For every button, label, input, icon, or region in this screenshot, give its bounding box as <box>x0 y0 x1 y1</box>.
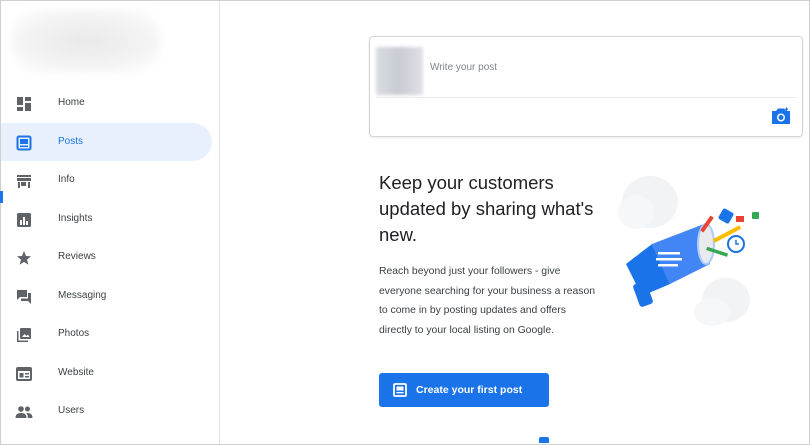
photos-icon <box>15 326 33 344</box>
sidebar-item-website[interactable]: Website <box>1 354 219 393</box>
page-headline: Keep your customers updated by sharing w… <box>379 172 594 245</box>
description-text: Reach beyond just your followers - give … <box>379 266 596 336</box>
website-icon <box>15 365 33 383</box>
sidebar-item-label: Info <box>58 174 75 185</box>
storefront-icon <box>15 172 33 190</box>
create-post-icon <box>393 383 407 397</box>
posts-icon <box>15 134 33 152</box>
post-composer[interactable]: Write your post <box>369 36 803 137</box>
users-icon <box>15 403 33 421</box>
sidebar-item-label: Users <box>58 405 85 416</box>
sidebar-item-home[interactable]: Home <box>1 84 219 123</box>
composer-divider <box>376 97 796 98</box>
megaphone-illustration <box>612 172 792 332</box>
sidebar-item-reviews[interactable]: Reviews <box>1 238 219 277</box>
create-first-post-button[interactable]: Create your first post <box>379 373 549 407</box>
sidebar-item-photos[interactable]: Photos <box>1 315 219 354</box>
avatar <box>376 47 423 95</box>
camera-icon[interactable] <box>771 107 791 125</box>
star-icon <box>15 249 33 267</box>
sidebar-item-messaging[interactable]: Messaging <box>1 277 219 316</box>
sidebar-item-label: Home <box>58 97 85 108</box>
dashboard-icon <box>15 95 33 113</box>
sidebar-item-label: Website <box>58 366 94 378</box>
sidebar-item-label: Photos <box>58 328 90 339</box>
sidebar-item-label: Insights <box>58 212 93 224</box>
sidebar-item-label: Posts <box>58 135 84 147</box>
sidebar-item-users[interactable]: Users <box>1 392 219 431</box>
sidebar-item-info[interactable]: Info <box>1 161 219 200</box>
insights-icon <box>15 211 33 229</box>
create-first-post-label: Create your first post <box>416 384 523 396</box>
scroll-position-marker <box>0 191 3 203</box>
sidebar-item-label: Reviews <box>58 251 96 262</box>
write-post-input[interactable]: Write your post <box>430 62 497 73</box>
sidebar-item-label: Messaging <box>58 289 107 301</box>
sidebar-item-insights[interactable]: Insights <box>1 200 219 239</box>
sidebar-nav: Home Posts Info Insights Reviews Messagi… <box>1 84 219 431</box>
sidebar: Home Posts Info Insights Reviews Messagi… <box>1 1 220 444</box>
chat-icon <box>15 288 33 306</box>
business-profile-header <box>11 9 161 73</box>
sidebar-item-posts[interactable]: Posts <box>1 122 212 161</box>
scroll-indicator <box>539 437 549 443</box>
